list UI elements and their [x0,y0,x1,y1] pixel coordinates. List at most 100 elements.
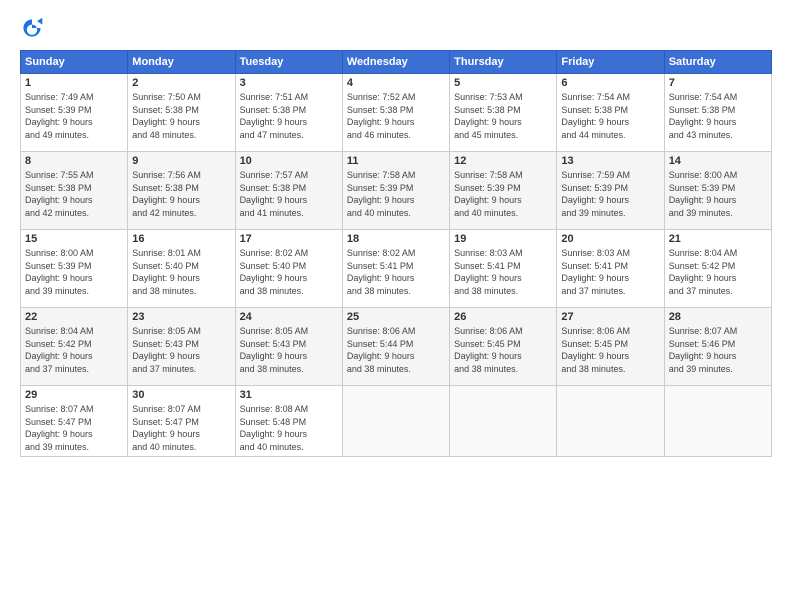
logo [20,16,48,40]
calendar-cell [342,386,449,457]
day-info: Sunrise: 8:07 AMSunset: 5:47 PMDaylight:… [25,403,123,453]
day-info: Sunrise: 7:58 AMSunset: 5:39 PMDaylight:… [347,169,445,219]
day-info: Sunrise: 7:59 AMSunset: 5:39 PMDaylight:… [561,169,659,219]
day-info: Sunrise: 8:05 AMSunset: 5:43 PMDaylight:… [132,325,230,375]
calendar-cell: 29 Sunrise: 8:07 AMSunset: 5:47 PMDayligh… [21,386,128,457]
calendar-cell: 21 Sunrise: 8:04 AMSunset: 5:42 PMDayligh… [664,230,771,308]
day-info: Sunrise: 8:00 AMSunset: 5:39 PMDaylight:… [669,169,767,219]
day-number: 26 [454,311,552,323]
day-info: Sunrise: 8:02 AMSunset: 5:41 PMDaylight:… [347,247,445,297]
day-number: 10 [240,155,338,167]
calendar-cell: 8 Sunrise: 7:55 AMSunset: 5:38 PMDaylight… [21,152,128,230]
calendar-cell: 15 Sunrise: 8:00 AMSunset: 5:39 PMDayligh… [21,230,128,308]
day-info: Sunrise: 7:52 AMSunset: 5:38 PMDaylight:… [347,91,445,141]
day-number: 1 [25,77,123,89]
day-number: 6 [561,77,659,89]
day-number: 2 [132,77,230,89]
day-info: Sunrise: 7:54 AMSunset: 5:38 PMDaylight:… [669,91,767,141]
calendar-week-row: 22 Sunrise: 8:04 AMSunset: 5:42 PMDayligh… [21,308,772,386]
day-number: 14 [669,155,767,167]
day-info: Sunrise: 8:03 AMSunset: 5:41 PMDaylight:… [454,247,552,297]
calendar-cell: 30 Sunrise: 8:07 AMSunset: 5:47 PMDayligh… [128,386,235,457]
day-info: Sunrise: 8:07 AMSunset: 5:47 PMDaylight:… [132,403,230,453]
calendar-cell: 13Sunrise: 7:59 AMSunset: 5:39 PMDayligh… [557,152,664,230]
day-info: Sunrise: 8:04 AMSunset: 5:42 PMDaylight:… [25,325,123,375]
header [20,16,772,40]
day-number: 17 [240,233,338,245]
day-info: Sunrise: 8:02 AMSunset: 5:40 PMDaylight:… [240,247,338,297]
day-number: 25 [347,311,445,323]
day-info: Sunrise: 7:57 AMSunset: 5:38 PMDaylight:… [240,169,338,219]
day-number: 3 [240,77,338,89]
day-info: Sunrise: 8:06 AMSunset: 5:45 PMDaylight:… [454,325,552,375]
col-header-monday: Monday [128,51,235,74]
calendar-cell: 26 Sunrise: 8:06 AMSunset: 5:45 PMDayligh… [450,308,557,386]
day-number: 12 [454,155,552,167]
day-number: 20 [561,233,659,245]
logo-icon [20,16,44,40]
day-info: Sunrise: 7:56 AMSunset: 5:38 PMDaylight:… [132,169,230,219]
calendar-header-row: SundayMondayTuesdayWednesdayThursdayFrid… [21,51,772,74]
page: SundayMondayTuesdayWednesdayThursdayFrid… [0,0,792,612]
day-info: Sunrise: 8:03 AMSunset: 5:41 PMDaylight:… [561,247,659,297]
day-info: Sunrise: 7:51 AMSunset: 5:38 PMDaylight:… [240,91,338,141]
calendar-cell: 7 Sunrise: 7:54 AMSunset: 5:38 PMDaylight… [664,74,771,152]
calendar-cell: 3 Sunrise: 7:51 AMSunset: 5:38 PMDaylight… [235,74,342,152]
calendar-cell: 4 Sunrise: 7:52 AMSunset: 5:38 PMDaylight… [342,74,449,152]
day-number: 4 [347,77,445,89]
day-number: 11 [347,155,445,167]
calendar-cell: 31 Sunrise: 8:08 AMSunset: 5:48 PMDayligh… [235,386,342,457]
day-number: 27 [561,311,659,323]
day-number: 23 [132,311,230,323]
calendar-table: SundayMondayTuesdayWednesdayThursdayFrid… [20,50,772,457]
day-number: 15 [25,233,123,245]
calendar-cell: 18Sunrise: 8:02 AMSunset: 5:41 PMDayligh… [342,230,449,308]
day-number: 5 [454,77,552,89]
calendar-cell [557,386,664,457]
calendar-cell: 12 Sunrise: 7:58 AMSunset: 5:39 PMDayligh… [450,152,557,230]
col-header-friday: Friday [557,51,664,74]
col-header-wednesday: Wednesday [342,51,449,74]
col-header-tuesday: Tuesday [235,51,342,74]
day-number: 9 [132,155,230,167]
day-info: Sunrise: 7:49 AMSunset: 5:39 PMDaylight:… [25,91,123,141]
day-info: Sunrise: 8:00 AMSunset: 5:39 PMDaylight:… [25,247,123,297]
day-number: 7 [669,77,767,89]
day-number: 19 [454,233,552,245]
col-header-thursday: Thursday [450,51,557,74]
day-info: Sunrise: 8:08 AMSunset: 5:48 PMDaylight:… [240,403,338,453]
calendar-cell: 10 Sunrise: 7:57 AMSunset: 5:38 PMDayligh… [235,152,342,230]
day-number: 21 [669,233,767,245]
day-info: Sunrise: 7:55 AMSunset: 5:38 PMDaylight:… [25,169,123,219]
calendar-cell: 2 Sunrise: 7:50 AMSunset: 5:38 PMDaylight… [128,74,235,152]
day-info: Sunrise: 7:53 AMSunset: 5:38 PMDaylight:… [454,91,552,141]
calendar-cell: 24Sunrise: 8:05 AMSunset: 5:43 PMDayligh… [235,308,342,386]
calendar-cell: 25 Sunrise: 8:06 AMSunset: 5:44 PMDayligh… [342,308,449,386]
day-info: Sunrise: 7:54 AMSunset: 5:38 PMDaylight:… [561,91,659,141]
day-number: 24 [240,311,338,323]
day-number: 30 [132,389,230,401]
calendar-cell: 27 Sunrise: 8:06 AMSunset: 5:45 PMDayligh… [557,308,664,386]
day-info: Sunrise: 8:07 AMSunset: 5:46 PMDaylight:… [669,325,767,375]
day-info: Sunrise: 7:58 AMSunset: 5:39 PMDaylight:… [454,169,552,219]
day-number: 22 [25,311,123,323]
day-number: 31 [240,389,338,401]
col-header-saturday: Saturday [664,51,771,74]
calendar-cell [664,386,771,457]
calendar-cell: 14 Sunrise: 8:00 AMSunset: 5:39 PMDayligh… [664,152,771,230]
col-header-sunday: Sunday [21,51,128,74]
day-info: Sunrise: 7:50 AMSunset: 5:38 PMDaylight:… [132,91,230,141]
calendar-cell: 6 Sunrise: 7:54 AMSunset: 5:38 PMDaylight… [557,74,664,152]
calendar-body: 1 Sunrise: 7:49 AMSunset: 5:39 PMDaylight… [21,74,772,457]
calendar-week-row: 8 Sunrise: 7:55 AMSunset: 5:38 PMDaylight… [21,152,772,230]
day-number: 8 [25,155,123,167]
day-info: Sunrise: 8:04 AMSunset: 5:42 PMDaylight:… [669,247,767,297]
calendar-cell: 28Sunrise: 8:07 AMSunset: 5:46 PMDayligh… [664,308,771,386]
day-info: Sunrise: 8:01 AMSunset: 5:40 PMDaylight:… [132,247,230,297]
day-number: 29 [25,389,123,401]
day-info: Sunrise: 8:06 AMSunset: 5:45 PMDaylight:… [561,325,659,375]
day-info: Sunrise: 8:06 AMSunset: 5:44 PMDaylight:… [347,325,445,375]
calendar-cell: 11 Sunrise: 7:58 AMSunset: 5:39 PMDayligh… [342,152,449,230]
calendar-cell: 17 Sunrise: 8:02 AMSunset: 5:40 PMDayligh… [235,230,342,308]
calendar-cell: 16Sunrise: 8:01 AMSunset: 5:40 PMDayligh… [128,230,235,308]
